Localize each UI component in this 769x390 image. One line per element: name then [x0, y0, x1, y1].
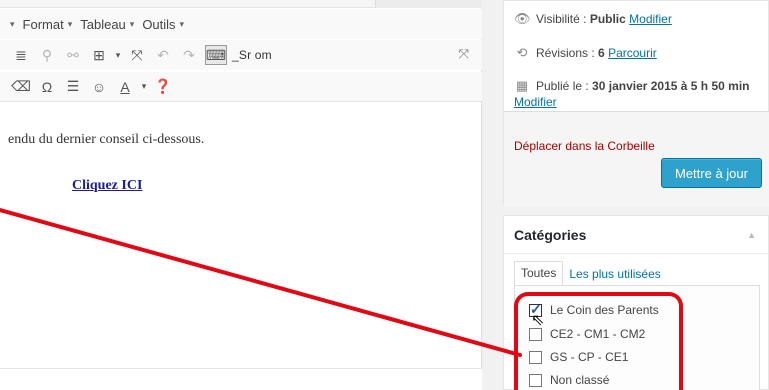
chevron-down-icon: ▾: [67, 18, 73, 29]
help-icon[interactable]: ❓: [150, 75, 176, 99]
published-text: Publié le : 30 janvier 2015 à 5 h 50 min…: [514, 78, 750, 110]
published-value: 30 janvier 2015 à 5 h 50 min: [592, 79, 750, 93]
menu-tableau[interactable]: Tableau ▾: [80, 17, 134, 32]
published-edit-link[interactable]: Modifier: [514, 95, 557, 109]
visibility-row: 👁 Visibilité : Public Modifier: [514, 11, 672, 27]
categories-tabs: Toutes Les plus utilisées: [514, 261, 667, 286]
smiley-icon[interactable]: ☺: [86, 75, 112, 99]
table-icon[interactable]: ⊞: [86, 43, 112, 67]
revisions-text: Révisions : 6 Parcourir: [536, 45, 657, 61]
editor-top-strip: [0, 0, 482, 8]
omega-icon[interactable]: Ω: [34, 75, 60, 99]
screen: ▾ Format ▾ Tableau ▾ Outils ▾ ≣ ⚲ ⚯ ⊞ ▾ ⤧ ↶…: [0, 0, 769, 390]
editor-bottom-bar: [0, 368, 482, 390]
menu-outils[interactable]: Outils ▾: [142, 17, 184, 32]
link-icon[interactable]: ⚲: [34, 43, 60, 67]
publish-box: 👁 Visibilité : Public Modifier ⟲ Révisio…: [503, 0, 769, 207]
trash-link[interactable]: Déplacer dans la Corbeille: [514, 139, 655, 153]
revisions-browse-link[interactable]: Parcourir: [608, 46, 657, 60]
cliquez-ici-link[interactable]: Cliquez ICI: [72, 178, 142, 194]
collapse-arrow-icon[interactable]: ▲: [747, 230, 756, 240]
chevron-down-icon: ▾: [129, 18, 135, 29]
eye-icon: 👁: [514, 11, 531, 26]
tab-les-plus-utilisees[interactable]: Les plus utilisées: [563, 263, 666, 286]
chevron-down-icon[interactable]: ▾: [138, 75, 150, 99]
text-color-icon[interactable]: A: [112, 75, 138, 99]
eraser-icon[interactable]: ⌫: [8, 75, 34, 99]
visibility-label: Visibilité :: [536, 12, 590, 26]
chevron-down-icon[interactable]: ▾: [10, 19, 15, 30]
update-button[interactable]: Mettre à jour: [661, 158, 762, 188]
editor-toolbar-2: ⌫ Ω ☰ ☺ A ▾ ❓: [0, 72, 482, 102]
mouse-cursor-icon: ⇖: [531, 312, 545, 329]
visibility-value: Public: [589, 12, 626, 26]
categories-title[interactable]: Catégories: [504, 216, 768, 254]
chevron-down-icon: ▾: [179, 18, 185, 29]
calendar-icon: ▦: [515, 78, 529, 93]
distraction-free-icon[interactable]: ⤧: [459, 46, 469, 62]
fullscreen-icon[interactable]: ⤧: [124, 43, 150, 67]
tab-toutes[interactable]: Toutes: [514, 261, 564, 286]
keyboard-icon[interactable]: ⌨: [205, 45, 227, 65]
visibility-edit-link[interactable]: Modifier: [629, 12, 672, 26]
editor-toolbar-1: ≣ ⚲ ⚯ ⊞ ▾ ⤧ ↶ ↷ ⌨ _Sr om: [0, 40, 482, 70]
menu-format[interactable]: Format ▾: [23, 17, 73, 32]
revisions-row: ⟲ Révisions : 6 Parcourir: [514, 45, 657, 61]
menu-outils-label: Outils: [142, 16, 176, 32]
chevron-down-icon[interactable]: ▾: [112, 43, 124, 67]
unlink-icon[interactable]: ⚯: [60, 43, 86, 67]
menu-format-label: Format: [22, 16, 64, 32]
editor-tab-gap: [375, 0, 482, 8]
horizontal-line-icon[interactable]: ☰: [60, 75, 86, 99]
align-justify-icon[interactable]: ≣: [8, 43, 34, 67]
visibility-text: Visibilité : Public Modifier: [536, 11, 672, 27]
annotation-highlight-box: [514, 292, 683, 390]
published-row: ▦ Publié le : 30 janvier 2015 à 5 h 50 m…: [514, 78, 764, 110]
redo-icon[interactable]: ↷: [176, 43, 202, 67]
revisions-value: 6: [598, 46, 605, 60]
history-icon: ⟲: [516, 45, 528, 60]
editor-panel: ▾ Format ▾ Tableau ▾ Outils ▾ ≣ ⚲ ⚯ ⊞ ▾ ⤧ ↶…: [0, 0, 482, 390]
editor-content-text[interactable]: endu du dernier conseil ci-dessous.: [8, 132, 204, 148]
published-label: Publié le :: [536, 79, 593, 93]
undo-icon[interactable]: ↶: [150, 43, 176, 67]
editor-menubar: ▾ Format ▾ Tableau ▾ Outils ▾: [0, 9, 482, 39]
toolbar-text: _Sr om: [232, 48, 272, 62]
menu-tableau-label: Tableau: [80, 16, 126, 32]
revisions-label: Révisions :: [536, 46, 599, 60]
